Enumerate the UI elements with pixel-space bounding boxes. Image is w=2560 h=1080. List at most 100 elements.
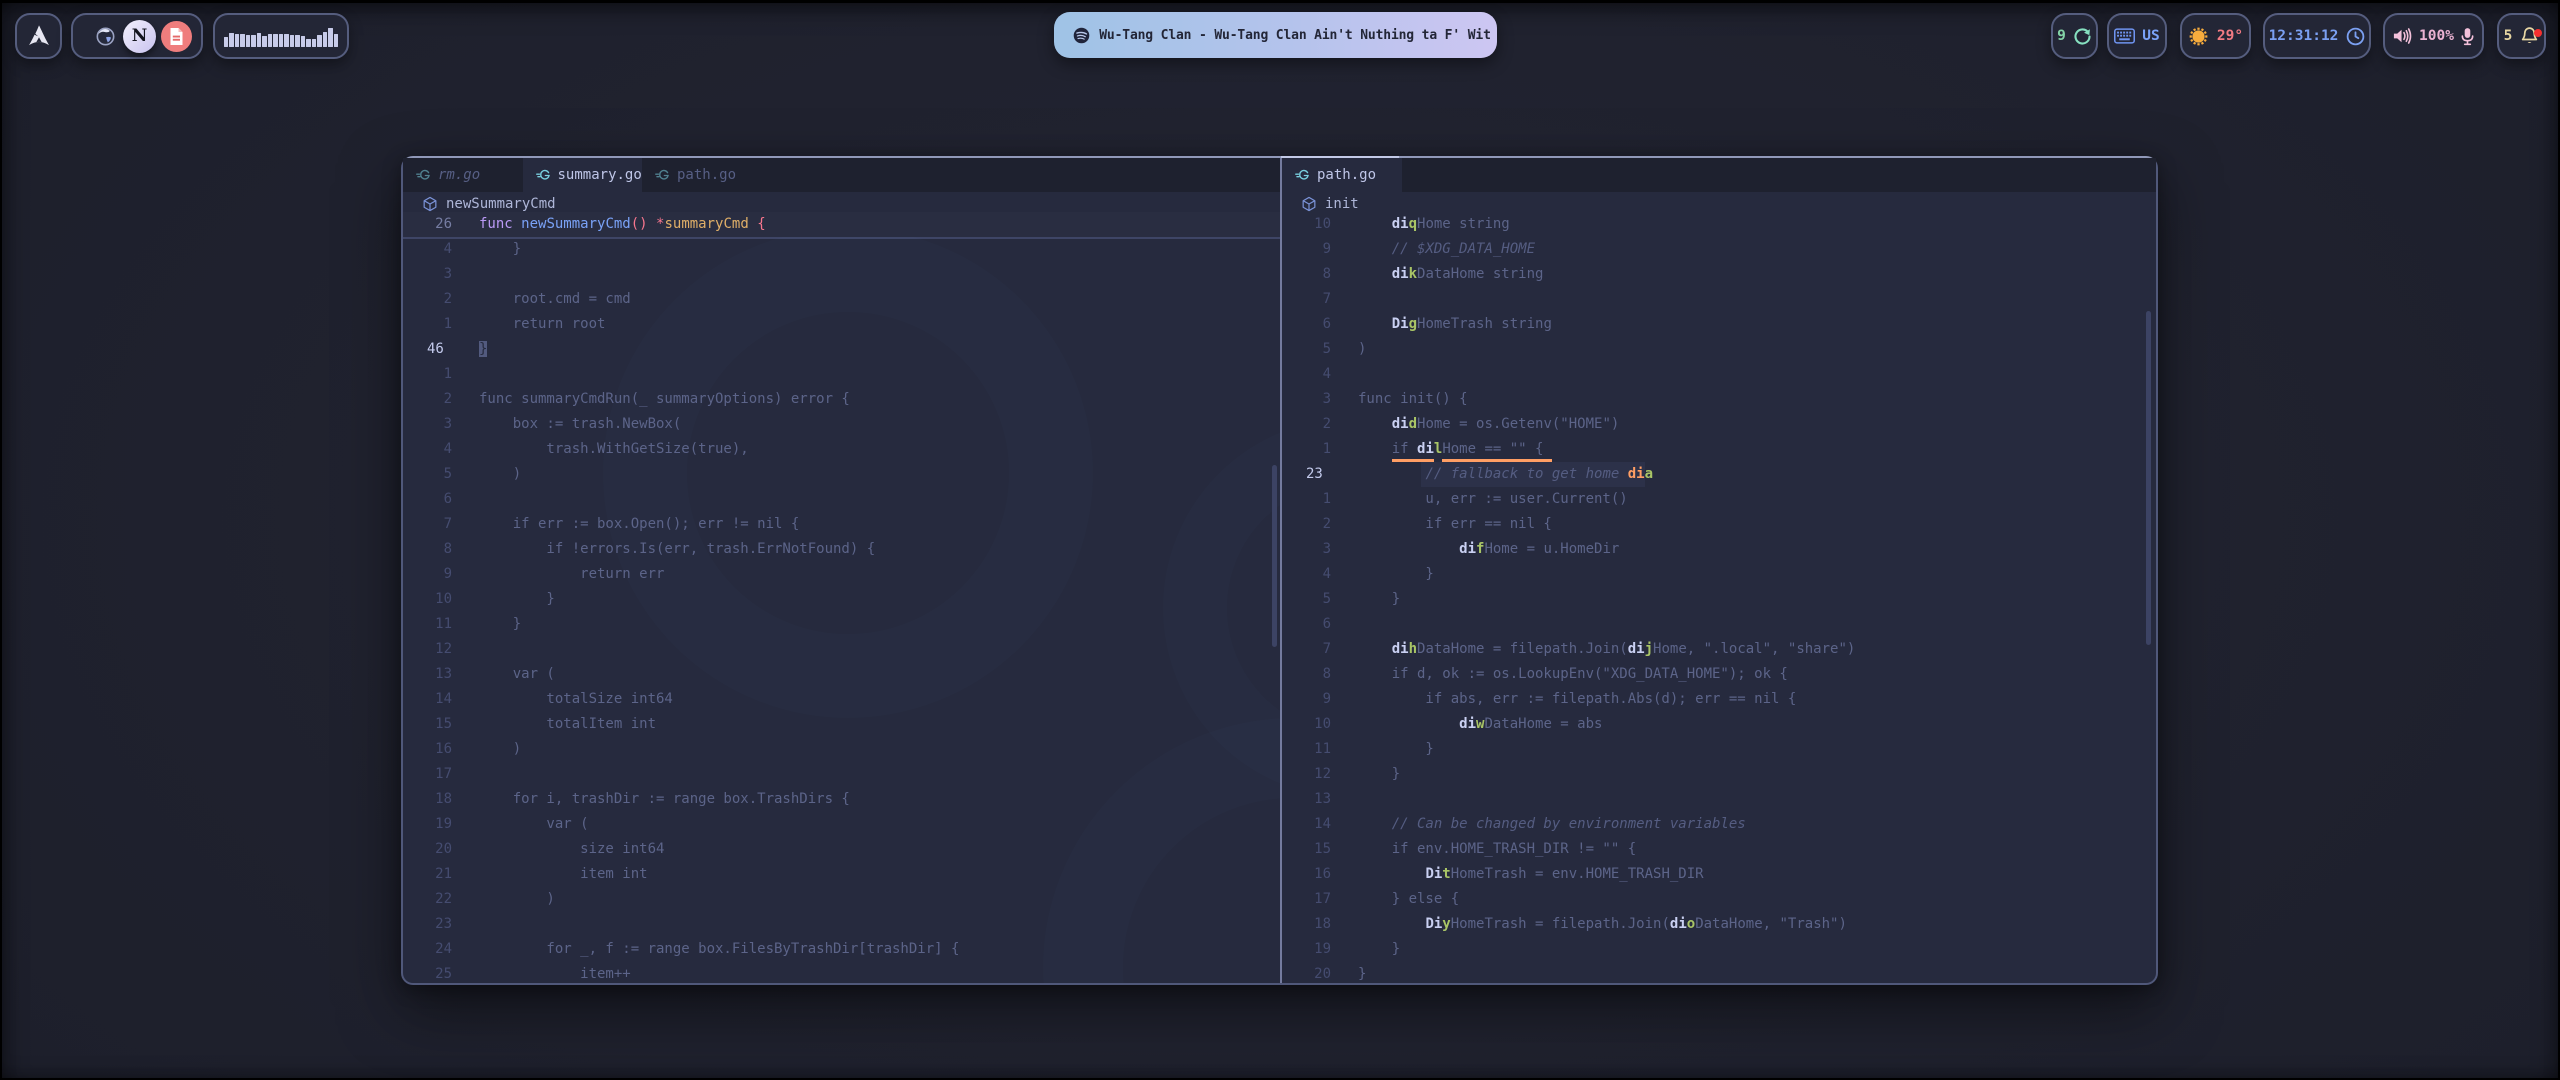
tab-rm-go[interactable]: rm.go — [403, 158, 523, 192]
code-right[interactable]: 10 diqHome string9 // $XDG_DATA_HOME8 di… — [1282, 212, 2156, 983]
visualizer-bar — [317, 35, 322, 47]
code-row: 2func summaryCmdRun(_ summaryOptions) er… — [403, 387, 1280, 412]
updates-widget[interactable]: 9 — [2051, 13, 2098, 59]
code-segment: totalItem int — [479, 716, 656, 732]
clock-widget[interactable]: 12:31:12 — [2263, 13, 2371, 59]
line-number: 16 — [1282, 862, 1331, 887]
now-playing-widget[interactable]: Wu-Tang Clan - Wu-Tang Clan Ain't Nuthin… — [1054, 12, 1497, 58]
code-line: if !errors.Is(err, trash.ErrNotFound) { — [479, 541, 875, 557]
system-tray: N — [71, 13, 203, 59]
line-number: 17 — [403, 762, 452, 787]
tab-path-go[interactable]: path.go — [642, 158, 762, 192]
tab-path-go[interactable]: path.go — [1282, 158, 1402, 192]
breadcrumb-right: init — [1282, 192, 2156, 212]
code-segment — [1358, 316, 1392, 332]
line-number: 1 — [403, 312, 452, 337]
code-segment: Home string — [1417, 216, 1510, 232]
code-segment: // Can be changed by environment variabl… — [1358, 816, 1746, 832]
code-row: 12 } — [1282, 762, 2156, 787]
line-number: 19 — [403, 812, 452, 837]
code-row: 12 — [403, 637, 1280, 662]
code-segment — [1358, 216, 1392, 232]
code-row: 18 DiyHomeTrash = filepath.Join(dioDataH… — [1282, 912, 2156, 937]
code-line: // $XDG_DATA_HOME — [1358, 241, 1535, 257]
weather-widget[interactable]: 29° — [2180, 13, 2251, 59]
code-segment: func init() { — [1358, 391, 1468, 407]
code-line: for _, f := range box.FilesByTrashDir[tr… — [479, 941, 959, 957]
context-row: 26func newSummaryCmd() *summaryCmd { — [403, 212, 1280, 237]
code-segment: } — [1358, 966, 1366, 982]
temperature-label: 29° — [2217, 28, 2243, 44]
line-number: 20 — [1282, 962, 1331, 983]
code-row: 17 — [403, 762, 1280, 787]
document-tray-icon[interactable] — [161, 21, 192, 52]
line-number: 7 — [403, 512, 452, 537]
visualizer-bar — [306, 39, 311, 47]
pane-separator[interactable] — [1280, 158, 1282, 983]
code-segment: y — [1442, 916, 1450, 932]
line-number: 3 — [403, 262, 452, 287]
code-line: if env.HOME_TRASH_DIR != "" { — [1358, 841, 1636, 857]
code-segment: if d, ok := os.LookupEnv("XDG_DATA_HOME"… — [1358, 666, 1788, 682]
code-segment: di — [1628, 462, 1645, 487]
clock-icon — [2346, 27, 2365, 46]
visualizer-bar — [240, 34, 245, 47]
code-segment: totalSize int64 — [479, 691, 673, 707]
launcher-button[interactable] — [15, 13, 62, 59]
code-segment — [1358, 466, 1425, 482]
code-row: 2 didHome = os.Getenv("HOME") — [1282, 412, 2156, 437]
code-row: 16 DitHomeTrash = env.HOME_TRASH_DIR — [1282, 862, 2156, 887]
line-number: 14 — [1282, 812, 1331, 837]
line-number: 3 — [1282, 537, 1331, 562]
visualizer-bar — [273, 34, 278, 47]
keyboard-layout-widget[interactable]: US — [2107, 13, 2167, 59]
code-line: difHome = u.HomeDir — [1358, 541, 1619, 557]
sun-icon — [2188, 26, 2209, 47]
code-line: diwDataHome = abs — [1358, 716, 1602, 732]
code-segment: HomeTrash = filepath.Join( — [1451, 916, 1670, 932]
line-number: 8 — [403, 537, 452, 562]
code-row: 15 totalItem int — [403, 712, 1280, 737]
code-row: 24 for _, f := range box.FilesByTrashDir… — [403, 937, 1280, 962]
notion-tray-icon[interactable]: N — [123, 20, 156, 53]
code-segment: if — [1392, 437, 1417, 462]
code-line: ) — [479, 741, 521, 757]
code-row: 18 for i, trashDir := range box.TrashDir… — [403, 787, 1280, 812]
audio-widget[interactable]: 100% — [2383, 13, 2484, 59]
scrollbar-left-pane[interactable] — [1272, 465, 1277, 647]
code-line: dihDataHome = filepath.Join(dijHome, ".l… — [1358, 641, 1855, 657]
breadcrumb-label: newSummaryCmd — [446, 196, 556, 212]
code-line: for i, trashDir := range box.TrashDirs { — [479, 791, 850, 807]
code-segment: DataHome = abs — [1484, 716, 1602, 732]
code-segment: } — [1358, 566, 1434, 582]
code-segment: Home == "" { — [1442, 437, 1552, 462]
code-row: 9 // $XDG_DATA_HOME — [1282, 237, 2156, 262]
arch-logo-icon — [26, 23, 52, 49]
line-number: 10 — [1282, 712, 1331, 737]
code-segment: if !errors.Is(err, trash.ErrNotFound) { — [479, 541, 875, 557]
line-number: 9 — [403, 562, 452, 587]
line-number: 10 — [1282, 212, 1331, 237]
visualizer-bar — [246, 35, 251, 47]
notifications-widget[interactable]: 5 — [2497, 13, 2546, 59]
code-line: func newSummaryCmd() *summaryCmd { — [479, 216, 766, 232]
code-segment: if abs, err := filepath.Abs(d); err == n… — [1358, 691, 1796, 707]
tab-summary-go[interactable]: summary.go — [523, 158, 643, 192]
code-line: item++ — [479, 966, 631, 982]
scrollbar-right-pane[interactable] — [2146, 311, 2151, 645]
line-number: 18 — [403, 787, 452, 812]
code-left[interactable]: 26func newSummaryCmd() *summaryCmd {4 }3… — [403, 212, 1280, 983]
visualizer-bar — [257, 33, 262, 47]
code-segment — [648, 216, 656, 232]
line-number: 2 — [1282, 412, 1331, 437]
code-row: 10 } — [403, 587, 1280, 612]
code-segment: g — [1409, 316, 1417, 332]
code-line: totalSize int64 — [479, 691, 673, 707]
code-line: var ( — [479, 666, 555, 682]
code-segment: root.cmd = cmd — [479, 291, 631, 307]
globe-tray-icon[interactable] — [96, 27, 115, 46]
code-segment: ) — [479, 891, 555, 907]
line-number: 15 — [403, 712, 452, 737]
code-row: 19 } — [1282, 937, 2156, 962]
code-segment — [1358, 916, 1425, 932]
